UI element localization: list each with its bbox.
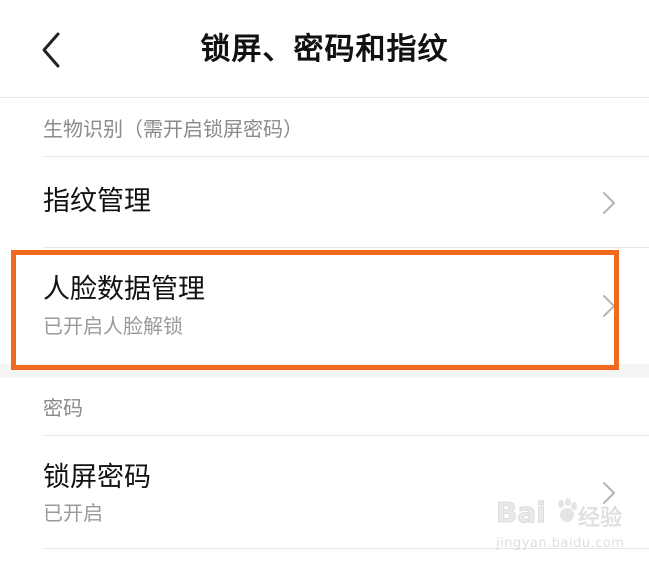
section-label-biometrics: 生物识别（需开启锁屏密码）	[43, 117, 303, 141]
row-face-data-management[interactable]: 人脸数据管理 已开启人脸解锁	[0, 248, 649, 364]
row-subtitle: 已开启人脸解锁	[43, 314, 183, 338]
page-title: 锁屏、密码和指纹	[200, 32, 449, 67]
row-title: 锁屏密码	[43, 462, 151, 493]
header-divider	[0, 97, 649, 98]
chevron-right-icon	[603, 295, 615, 317]
chevron-right-icon	[603, 482, 615, 504]
row-title: 指纹管理	[43, 186, 151, 217]
row-title: 人脸数据管理	[43, 274, 205, 305]
row-subtitle: 已开启	[43, 501, 103, 525]
app-header: 锁屏、密码和指纹	[0, 0, 649, 97]
settings-screen: 锁屏、密码和指纹 生物识别（需开启锁屏密码） 指纹管理 人脸数据管理 已开启人脸…	[0, 0, 649, 563]
section-gap	[0, 364, 649, 378]
section-label-password: 密码	[43, 396, 83, 420]
chevron-right-icon	[603, 192, 615, 214]
row-lock-screen-password[interactable]: 锁屏密码 已开启	[0, 436, 649, 548]
row-fingerprint-management[interactable]: 指纹管理	[0, 157, 649, 247]
row-divider	[43, 548, 649, 549]
